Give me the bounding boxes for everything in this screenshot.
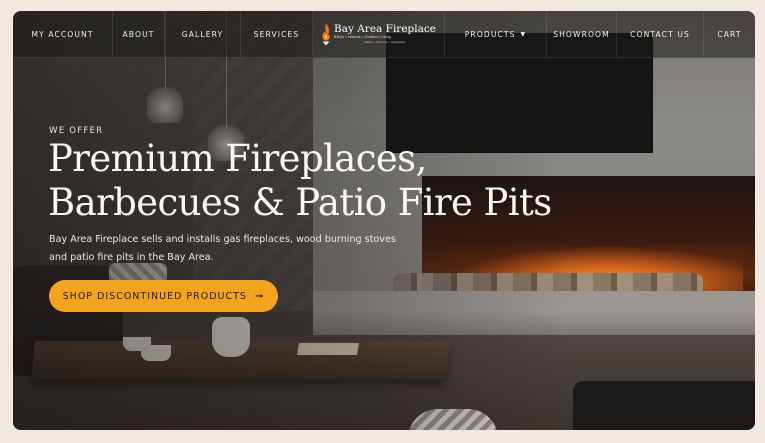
hero-frame: MY ACCOUNT ABOUT GALLERY SERVICES Bay Ar… [13,11,755,430]
nav-cart[interactable]: CART [704,11,755,57]
flame-icon [322,23,330,46]
nav-contact-us[interactable]: CONTACT US [617,11,704,57]
logo-tagline-secondary: Sales • Service • Upgrades [364,40,406,45]
headline-line-1: Premium Fireplaces, [48,137,427,180]
nav-my-account[interactable]: MY ACCOUNT [13,11,113,57]
logo-name: Bay Area Fireplace [334,22,436,35]
nav-services[interactable]: SERVICES [241,11,313,57]
main-navigation: MY ACCOUNT ABOUT GALLERY SERVICES Bay Ar… [13,11,755,58]
nav-showroom[interactable]: SHOWROOM [547,11,617,57]
shop-discontinued-products-button[interactable]: SHOP DISCONTINUED PRODUCTS ➞ [49,280,278,312]
nav-products[interactable]: PRODUCTS ▼ [445,11,547,57]
cta-label: SHOP DISCONTINUED PRODUCTS [62,290,247,302]
hero-kicker: WE OFFER [49,126,104,136]
site-logo[interactable]: Bay Area Fireplace BBQs • Islands • Outd… [313,11,445,57]
hero-description: Bay Area Fireplace sells and installs ga… [49,234,396,263]
nav-products-label: PRODUCTS [464,29,516,39]
hero-headline: Premium Fireplaces, Barbecues & Patio Fi… [48,137,568,225]
nav-about[interactable]: ABOUT [113,11,165,57]
headline-line-2: Barbecues & Patio Fire Pits [48,181,552,224]
arrow-right-icon: ➞ [254,290,265,302]
nav-gallery[interactable]: GALLERY [165,11,241,57]
caret-down-icon: ▼ [520,30,527,38]
